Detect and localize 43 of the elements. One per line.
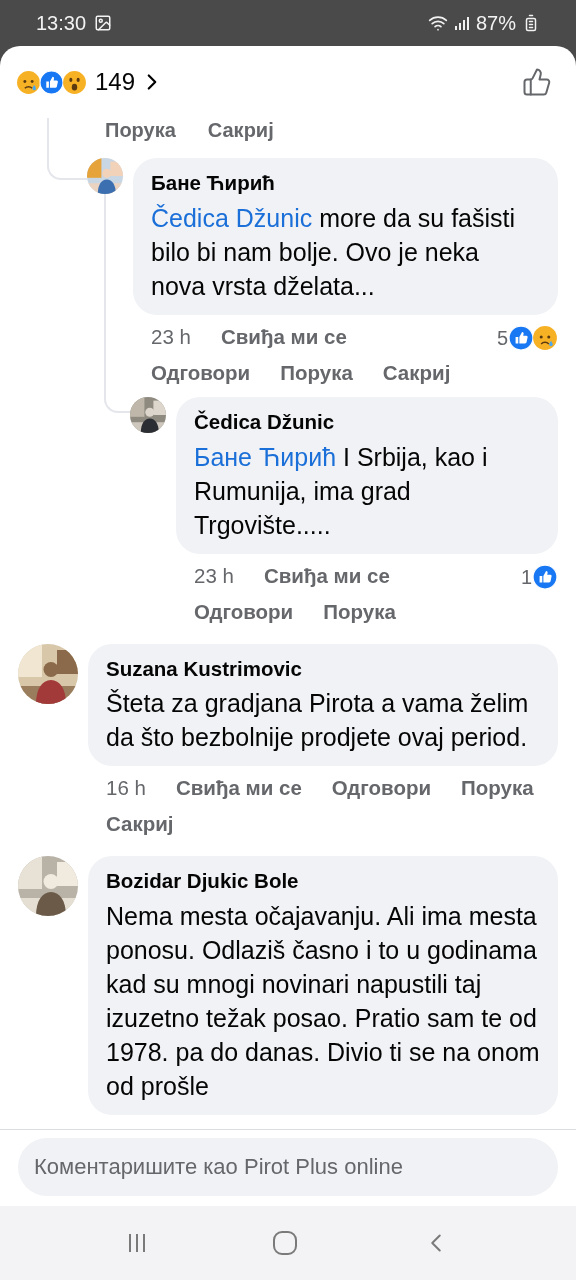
reactions-summary[interactable]: 149 (16, 64, 166, 100)
home-icon[interactable] (272, 1230, 298, 1256)
like-reaction-icon (508, 324, 534, 351)
comment-time: 16 h (106, 775, 146, 802)
like-icon[interactable] (522, 67, 552, 97)
reaction-count: 1 (520, 564, 532, 590)
comment-author[interactable]: Suzana Kustrimovic (106, 653, 540, 685)
comment-action-link[interactable]: Порука (105, 118, 176, 142)
sad-reaction-icon (532, 324, 558, 351)
mention-link[interactable]: Бане Ћирић (194, 442, 337, 471)
comment-text: Бане Ћирић I Srbija, kao i Rumunija, ima grad Trgovište..... (194, 441, 489, 541)
like-reaction-icon (532, 563, 558, 590)
comment-action-link[interactable]: Одговори (331, 772, 432, 805)
comment-action-link[interactable]: Сакриј (382, 356, 451, 389)
comment-text: Nema mesta očajavanju. Ali ima mesta ponosu. Odlaziš časno i to u godinama kad su mnogi novinari napustili taj izuzetno težak posao. Pratio sam te od 1978. pa do danas. Divio ti se na onom od prošle (106, 901, 540, 1102)
comment-time: 23 h (151, 323, 191, 350)
reaction-count: 5 (496, 325, 508, 351)
comment-author[interactable]: Bozidar Djukic Bole (106, 866, 540, 897)
comment-action-link[interactable]: Свиђа ми се (220, 320, 347, 353)
comment-action-link[interactable]: Свиђа ми се (175, 772, 302, 805)
signal-icon (453, 15, 470, 31)
comment-time: 23 h (194, 562, 234, 589)
comment-action-link[interactable]: Одговори (151, 356, 251, 389)
status-time: 13:30 (36, 11, 87, 36)
comment-action-link[interactable]: Свиђа ми се (263, 559, 390, 592)
sad-reaction-icon (16, 69, 41, 95)
mention-link[interactable]: Čedica Džunic (151, 203, 313, 232)
comment-action-link[interactable]: Порука (461, 772, 534, 805)
gallery-icon (94, 14, 113, 32)
battery-percent: 87% (475, 11, 516, 36)
wow-reaction-icon (62, 69, 87, 95)
like-reaction-icon (39, 69, 64, 95)
comment-action-link[interactable]: Сакриј (207, 118, 274, 142)
comment-text: Čedica Džunic more da su fašisti bilo bi nam bolje. Ovo je neka nova vrsta dželata... (151, 202, 517, 302)
wifi-icon (427, 13, 448, 33)
comment-action-link[interactable]: Сакриј (106, 808, 174, 841)
comment-action-link[interactable]: Одговори (194, 595, 294, 628)
comment-text: Šteta za gradjana Pirota a vama želim da što bezbolnije prodjete ovaj period. (106, 688, 530, 754)
comment-input[interactable]: Коментаришите као Pirot Plus online (18, 1138, 558, 1196)
comment-author[interactable]: Бане Ћирић (151, 168, 540, 199)
comment-action-link[interactable]: Порука (323, 595, 396, 628)
comment-author[interactable]: Čedica Džunic (194, 406, 540, 438)
comment-action-link[interactable]: Порука (280, 356, 353, 389)
